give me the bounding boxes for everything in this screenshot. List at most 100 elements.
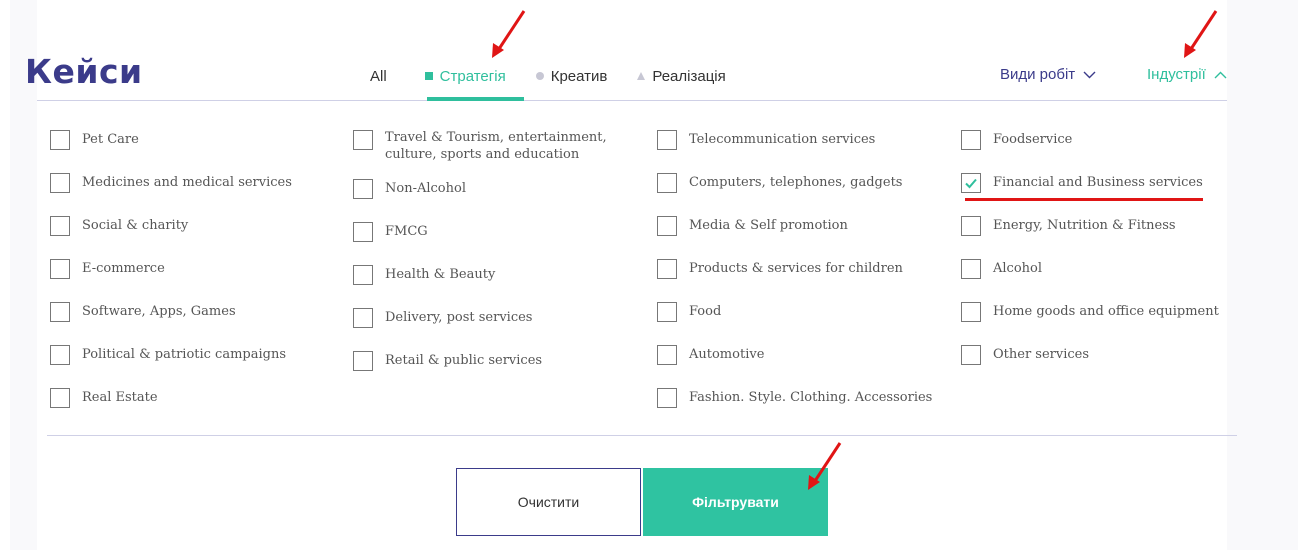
checkbox-option[interactable]: Food xyxy=(657,300,932,322)
page-title: Кейси xyxy=(25,52,143,91)
checkbox-option[interactable]: Software, Apps, Games xyxy=(50,300,292,322)
checkbox-option[interactable]: Political & patriotic campaigns xyxy=(50,343,292,365)
checkbox[interactable] xyxy=(961,302,981,322)
option-label: Media & Self promotion xyxy=(689,218,848,233)
tab-label: Реалізація xyxy=(652,67,726,85)
checkbox[interactable] xyxy=(353,351,373,371)
checkbox-option[interactable]: E-commerce xyxy=(50,257,292,279)
checkbox-option[interactable]: Retail & public services xyxy=(353,349,615,371)
option-label: FMCG xyxy=(385,224,428,239)
checkbox[interactable] xyxy=(961,216,981,236)
checkbox[interactable] xyxy=(50,388,70,408)
checkbox[interactable] xyxy=(657,388,677,408)
square-icon xyxy=(424,72,433,80)
option-label: Travel & Tourism, entertainment, culture… xyxy=(385,130,607,162)
option-label: Political & patriotic campaigns xyxy=(82,347,287,362)
tab-creative[interactable]: Креатив xyxy=(535,66,607,86)
option-label: Computers, telephones, gadgets xyxy=(689,175,903,190)
checkbox[interactable] xyxy=(657,216,677,236)
checkbox[interactable] xyxy=(50,130,70,150)
checkbox[interactable] xyxy=(353,179,373,199)
clear-button[interactable]: Очистити xyxy=(456,468,641,536)
checkbox-option[interactable]: Energy, Nutrition & Fitness xyxy=(961,214,1219,236)
checkbox[interactable] xyxy=(50,345,70,365)
annotation-arrow-icon xyxy=(1184,10,1218,58)
option-label: Food xyxy=(689,304,722,319)
checkbox-option[interactable]: Pet Care xyxy=(50,128,292,150)
checkbox-option[interactable]: Health & Beauty xyxy=(353,263,615,285)
tab-strategy[interactable]: Стратегія xyxy=(424,66,506,86)
checkbox[interactable] xyxy=(353,265,373,285)
annotation-underline xyxy=(965,198,1203,201)
checkbox-option[interactable]: Alcohol xyxy=(961,257,1219,279)
checkbox-option[interactable]: Fashion. Style. Clothing. Accessories xyxy=(657,386,932,408)
checkbox[interactable] xyxy=(657,345,677,365)
option-label: Telecommunication services xyxy=(689,132,876,147)
checkbox-option[interactable]: Other services xyxy=(961,343,1219,365)
checkbox[interactable] xyxy=(961,130,981,150)
option-label: Retail & public services xyxy=(385,353,543,368)
options-column-3: Telecommunication services Computers, te… xyxy=(657,128,932,429)
tab-implementation[interactable]: Реалізація xyxy=(637,66,726,86)
tab-label: Стратегія xyxy=(439,67,506,85)
option-label: Products & services for children xyxy=(689,261,903,276)
checkbox[interactable] xyxy=(50,173,70,193)
checkbox[interactable] xyxy=(961,259,981,279)
tab-all[interactable]: All xyxy=(370,66,387,86)
chevron-down-icon xyxy=(1083,67,1096,82)
checkbox[interactable] xyxy=(353,222,373,242)
checkbox[interactable] xyxy=(657,259,677,279)
tab-label: All xyxy=(370,67,387,85)
option-label: Energy, Nutrition & Fitness xyxy=(993,218,1176,233)
checkbox[interactable] xyxy=(657,302,677,322)
checkbox-option[interactable]: Non-Alcohol xyxy=(353,177,615,199)
option-label: Delivery, post services xyxy=(385,310,533,325)
checkbox-option[interactable]: Social & charity xyxy=(50,214,292,236)
checkbox[interactable] xyxy=(961,345,981,365)
option-label: E-commerce xyxy=(82,261,165,276)
checkbox[interactable] xyxy=(657,130,677,150)
option-label: Other services xyxy=(993,347,1090,362)
annotation-arrow-icon xyxy=(492,10,526,58)
checkbox[interactable] xyxy=(961,173,981,193)
work-types-dropdown[interactable]: Види робіт xyxy=(1000,66,1096,83)
checkbox[interactable] xyxy=(657,173,677,193)
option-label: Social & charity xyxy=(82,218,189,233)
option-label: Medicines and medical services xyxy=(82,175,292,190)
industries-dropdown[interactable]: Індустрії xyxy=(1147,66,1227,83)
active-tab-indicator xyxy=(427,97,524,101)
checkbox-option[interactable]: Products & services for children xyxy=(657,257,932,279)
option-label: Non-Alcohol xyxy=(385,181,466,196)
options-column-1: Pet Care Medicines and medical services … xyxy=(50,128,292,429)
checkbox[interactable] xyxy=(50,302,70,322)
option-label: Financial and Business services xyxy=(993,175,1203,190)
checkbox-option-checked[interactable]: Financial and Business services xyxy=(961,171,1219,193)
triangle-icon xyxy=(637,72,646,80)
checkbox-option[interactable]: Computers, telephones, gadgets xyxy=(657,171,932,193)
circle-icon xyxy=(535,72,544,80)
checkbox[interactable] xyxy=(353,130,373,150)
option-label: Alcohol xyxy=(993,261,1043,276)
checkbox-option[interactable]: Automotive xyxy=(657,343,932,365)
option-label: Fashion. Style. Clothing. Accessories xyxy=(689,390,933,405)
checkbox-option[interactable]: Foodservice xyxy=(961,128,1219,150)
checkbox-option[interactable]: Telecommunication services xyxy=(657,128,932,150)
checkbox-option[interactable]: Home goods and office equipment xyxy=(961,300,1219,322)
annotation-arrow-icon xyxy=(808,442,842,490)
checkbox-option[interactable]: Real Estate xyxy=(50,386,292,408)
checkbox-option[interactable]: Media & Self promotion xyxy=(657,214,932,236)
button-label: Очистити xyxy=(517,494,580,510)
divider xyxy=(47,435,1237,436)
dropdown-label: Індустрії xyxy=(1147,66,1206,83)
option-label: Real Estate xyxy=(82,390,158,405)
option-label: Pet Care xyxy=(82,132,139,147)
checkbox-option[interactable]: Medicines and medical services xyxy=(50,171,292,193)
checkbox-option[interactable]: Delivery, post services xyxy=(353,306,615,328)
checkbox[interactable] xyxy=(50,259,70,279)
option-label: Health & Beauty xyxy=(385,267,496,282)
checkbox[interactable] xyxy=(353,308,373,328)
filter-button[interactable]: Фільтрувати xyxy=(643,468,828,536)
checkbox-option[interactable]: FMCG xyxy=(353,220,615,242)
checkbox[interactable] xyxy=(50,216,70,236)
checkbox-option[interactable]: Travel & Tourism, entertainment, culture… xyxy=(353,128,615,163)
